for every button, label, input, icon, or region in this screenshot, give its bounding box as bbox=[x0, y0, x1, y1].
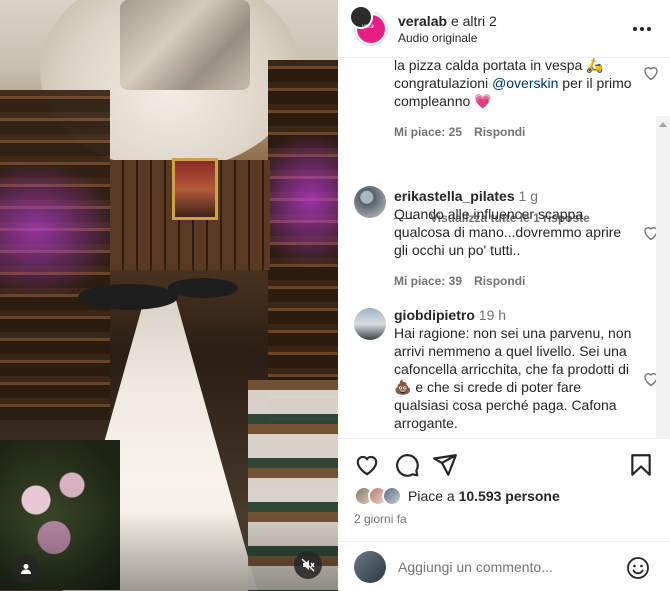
speaker-muted-icon bbox=[301, 558, 315, 572]
commenter-username[interactable]: giobdipietro bbox=[394, 307, 475, 323]
user-tag-button[interactable] bbox=[12, 555, 40, 583]
comment-bubble-icon[interactable] bbox=[394, 452, 420, 478]
comment-likes[interactable]: Mi piace: 39 bbox=[394, 274, 462, 288]
post-header: vera veralab e altri 2 Audio originale bbox=[338, 0, 670, 58]
table-lamp bbox=[78, 284, 178, 310]
comment-text: giobdipietro 19 h Hai ragione: non sei u… bbox=[394, 307, 632, 431]
author-username[interactable]: veralab bbox=[398, 13, 447, 29]
current-user-avatar bbox=[354, 551, 386, 583]
ceiling-fresco bbox=[120, 0, 250, 90]
commenter-avatar[interactable] bbox=[354, 186, 386, 218]
commenter-avatar[interactable] bbox=[354, 308, 386, 340]
comment-meta: Mi piace: 39 Rispondi bbox=[394, 272, 634, 290]
collaborators-link[interactable]: e altri 2 bbox=[451, 13, 497, 29]
reply-button[interactable]: Rispondi bbox=[474, 125, 525, 139]
likes-count-text[interactable]: Piace a 10.593 persone bbox=[408, 488, 560, 504]
likes-summary[interactable]: Piace a 10.593 persone bbox=[354, 486, 560, 506]
comment-meta: Mi piace: 25 Rispondi bbox=[394, 123, 634, 141]
smiley-icon[interactable] bbox=[626, 556, 650, 580]
commenter-username[interactable]: erikastella_pilates bbox=[394, 188, 515, 204]
comment-text: erikastella_pilates 1 g Quando alle infl… bbox=[394, 187, 634, 290]
bookmark-icon[interactable] bbox=[628, 452, 654, 478]
media-shadow bbox=[0, 511, 338, 591]
more-dots-icon bbox=[633, 27, 651, 31]
comment-text: la pizza calda portata in vespa 🛵 congra… bbox=[394, 58, 634, 141]
add-comment-bar bbox=[338, 541, 670, 591]
portrait-painting bbox=[172, 158, 218, 220]
more-options-button[interactable] bbox=[630, 20, 654, 38]
audio-link[interactable]: Audio originale bbox=[398, 30, 497, 46]
purple-light-left bbox=[0, 160, 120, 300]
post-author[interactable]: veralab e altri 2 bbox=[398, 12, 497, 30]
liker-avatar[interactable] bbox=[382, 486, 402, 506]
comment-input[interactable] bbox=[398, 559, 618, 575]
comments-list[interactable]: la pizza calda portata in vespa 🛵 congra… bbox=[338, 58, 670, 438]
mention-link[interactable]: @overskin bbox=[492, 75, 558, 91]
comment-likes[interactable]: Mi piace: 25 bbox=[394, 125, 462, 139]
scroll-up-arrow-icon[interactable] bbox=[659, 122, 667, 127]
post-actions: Piace a 10.593 persone 2 giorni fa bbox=[338, 438, 670, 591]
comment-time[interactable]: 1 g bbox=[519, 188, 538, 204]
account-avatar[interactable]: vera bbox=[349, 4, 387, 45]
mute-button[interactable] bbox=[294, 551, 322, 579]
comments-scrollbar[interactable] bbox=[656, 116, 670, 438]
header-text: veralab e altri 2 Audio originale bbox=[398, 12, 497, 46]
post-details-panel: vera veralab e altri 2 Audio originale l… bbox=[338, 0, 670, 591]
heart-icon[interactable] bbox=[354, 452, 380, 478]
post-media-video[interactable] bbox=[0, 0, 338, 591]
post-timestamp[interactable]: 2 giorni fa bbox=[354, 512, 407, 526]
paper-plane-icon[interactable] bbox=[432, 452, 458, 478]
likes-count[interactable]: 10.593 persone bbox=[459, 488, 560, 504]
avatar-logo-text: vera bbox=[362, 23, 374, 30]
comment-time[interactable]: 19 h bbox=[479, 307, 506, 323]
comment-like-icon[interactable] bbox=[642, 64, 660, 82]
reply-button[interactable]: Rispondi bbox=[474, 274, 525, 288]
table-lamp bbox=[168, 278, 238, 298]
person-icon bbox=[21, 564, 31, 574]
